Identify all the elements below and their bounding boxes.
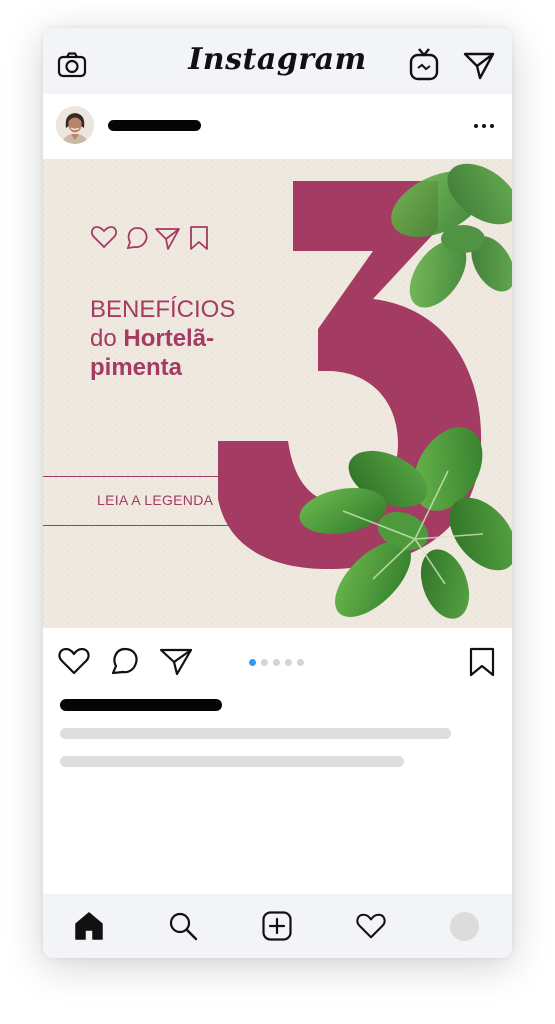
mint-leaves-image — [299, 163, 512, 619]
username-placeholder[interactable] — [108, 120, 201, 131]
activity-heart-icon[interactable] — [356, 911, 386, 941]
post-header — [43, 94, 512, 160]
heart-icon[interactable] — [58, 646, 90, 676]
post-actions — [43, 628, 512, 698]
app-logo: Instagram — [188, 42, 367, 77]
carousel-dot[interactable] — [285, 659, 292, 666]
carousel-dot[interactable] — [249, 659, 256, 666]
bookmark-icon[interactable] — [468, 646, 496, 678]
likes-placeholder[interactable] — [60, 699, 222, 711]
carousel-indicator — [249, 659, 309, 669]
person-photo-icon — [56, 106, 94, 144]
direct-send-icon[interactable] — [463, 50, 495, 80]
more-horizontal-icon[interactable] — [471, 116, 497, 136]
profile-tab-avatar[interactable] — [450, 912, 479, 941]
post-image[interactable]: BENEFÍCIOS do Hortelã- pimenta LEIA A LE… — [43, 159, 512, 628]
carousel-dot[interactable] — [273, 659, 280, 666]
caption-line-placeholder — [60, 728, 451, 739]
search-icon[interactable] — [168, 911, 198, 941]
phone-frame: Instagram BENEFÍCIOS do Hortelã- pimenta… — [43, 28, 512, 958]
bottom-nav — [43, 894, 512, 958]
profile-avatar[interactable] — [56, 106, 94, 144]
comment-icon[interactable] — [109, 646, 141, 676]
caption-line-placeholder — [60, 756, 404, 767]
carousel-dot[interactable] — [297, 659, 304, 666]
top-bar: Instagram — [43, 28, 512, 94]
carousel-dot[interactable] — [261, 659, 268, 666]
igtv-icon[interactable] — [409, 47, 439, 81]
home-icon[interactable] — [74, 911, 104, 941]
send-icon[interactable] — [159, 646, 193, 676]
add-post-icon[interactable] — [262, 911, 292, 941]
